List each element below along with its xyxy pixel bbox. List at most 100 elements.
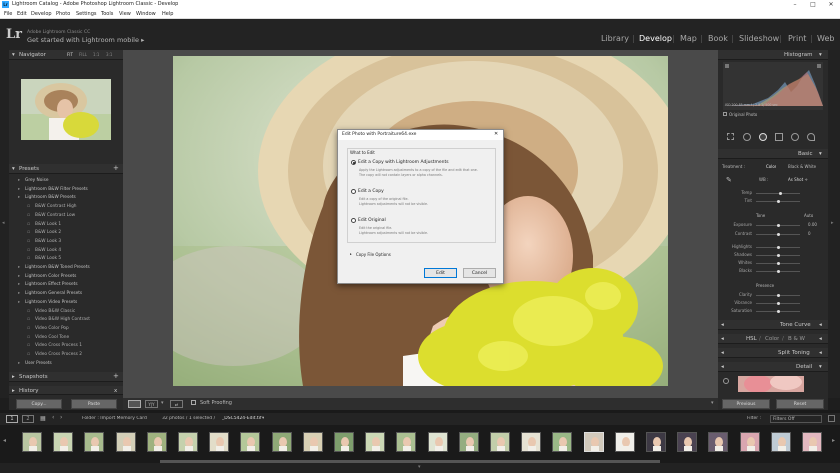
preset-item[interactable]: B&W Look 1 bbox=[35, 222, 61, 227]
loupe-view-icon[interactable] bbox=[128, 400, 141, 408]
filter-select[interactable]: Filters Off bbox=[770, 415, 822, 423]
filmstrip-thumbnail[interactable] bbox=[708, 432, 729, 452]
temp-slider-handle[interactable] bbox=[778, 191, 782, 195]
detail-preview[interactable] bbox=[738, 376, 804, 392]
presets-header[interactable]: ▾ Presets + bbox=[9, 164, 123, 174]
preset-item[interactable]: Lightroom B&W Filter Presets bbox=[25, 187, 88, 192]
adjustment-brush-icon[interactable] bbox=[807, 133, 815, 141]
filmstrip-thumbnail[interactable] bbox=[490, 432, 510, 452]
zoom-3-1[interactable]: 3:1 bbox=[106, 52, 112, 57]
basic-header[interactable]: Basic ▾ bbox=[718, 149, 828, 159]
eyedropper-icon[interactable]: ✎ bbox=[726, 176, 732, 184]
filmstrip-scroll-right-icon[interactable]: ▸ bbox=[832, 437, 835, 444]
menu-settings[interactable]: Settings bbox=[76, 9, 97, 19]
hsl-header[interactable]: ◂ HSL / Color / B & W ◂ bbox=[718, 334, 828, 344]
filmstrip-thumbnail[interactable] bbox=[396, 432, 417, 452]
right-panel-edge[interactable]: ▸ bbox=[828, 50, 840, 398]
highlights-slider-handle[interactable] bbox=[776, 245, 780, 249]
saturation-slider-handle[interactable] bbox=[776, 309, 780, 313]
menu-edit[interactable]: Edit bbox=[17, 9, 27, 19]
preset-item[interactable]: Lightroom Color Presets bbox=[25, 274, 76, 279]
copy-settings-icon[interactable]: ⇄ bbox=[170, 400, 183, 408]
bw-tab[interactable]: B & W bbox=[788, 336, 805, 342]
snapshots-header[interactable]: ▸ Snapshots + bbox=[9, 372, 123, 382]
lightroom-mobile-link[interactable]: Get started with Lightroom mobile ▸ bbox=[27, 36, 144, 44]
preset-item[interactable]: Grey Noise bbox=[25, 178, 48, 183]
preset-item[interactable]: Video B&W High Contrast bbox=[35, 317, 90, 322]
filmstrip-thumbnail[interactable] bbox=[646, 432, 666, 452]
tint-slider-handle[interactable] bbox=[776, 199, 780, 203]
filmstrip-thumbnail[interactable] bbox=[583, 432, 604, 452]
preset-item[interactable]: User Presets bbox=[25, 361, 52, 366]
filmstrip-thumbnail[interactable] bbox=[521, 432, 542, 452]
option-edit-copy-adjustments[interactable]: Edit a Copy with Lightroom Adjustments bbox=[358, 160, 449, 165]
forward-arrow-icon[interactable]: › bbox=[60, 414, 62, 421]
color-tab[interactable]: Color bbox=[765, 336, 779, 342]
bottom-panel-edge[interactable]: ▾ bbox=[0, 463, 840, 473]
filmstrip-scroll-left-icon[interactable]: ◂ bbox=[3, 437, 6, 444]
reset-button[interactable]: Reset bbox=[776, 399, 824, 409]
filmstrip-thumbnail[interactable] bbox=[458, 432, 479, 452]
filmstrip-thumbnail[interactable] bbox=[552, 432, 573, 452]
menu-photo[interactable]: Photo bbox=[56, 9, 70, 19]
preset-item[interactable]: Lightroom General Presets bbox=[25, 291, 82, 296]
dialog-close-icon[interactable]: ✕ bbox=[494, 131, 498, 137]
radial-filter-icon[interactable] bbox=[791, 133, 799, 141]
module-develop[interactable]: Develop bbox=[639, 34, 672, 43]
main-window-button[interactable]: 1 bbox=[6, 415, 18, 423]
cancel-button[interactable]: Cancel bbox=[463, 268, 496, 278]
maximize-button[interactable]: □ bbox=[804, 0, 822, 9]
filmstrip-thumbnail[interactable] bbox=[271, 432, 292, 452]
filmstrip-thumbnail[interactable] bbox=[146, 432, 167, 452]
exposure-slider-handle[interactable] bbox=[776, 223, 780, 227]
preset-item[interactable]: Video Cross Process 2 bbox=[35, 352, 82, 357]
treatment-color[interactable]: Color bbox=[766, 164, 776, 169]
radio-edit-copy[interactable] bbox=[351, 189, 356, 194]
filmstrip-thumbnail[interactable] bbox=[115, 432, 136, 452]
menu-help[interactable]: Help bbox=[162, 9, 173, 19]
preset-item[interactable]: Video Color Pop bbox=[35, 326, 69, 331]
module-book[interactable]: Book bbox=[708, 34, 728, 43]
preset-item[interactable]: Video Cool Tone bbox=[35, 335, 69, 340]
filmstrip-thumbnail[interactable] bbox=[802, 432, 822, 452]
zoom-fill[interactable]: FILL bbox=[79, 52, 87, 57]
detail-header[interactable]: ◂ Detail ▾ bbox=[718, 362, 828, 372]
blacks-slider-handle[interactable] bbox=[776, 269, 780, 273]
preset-item[interactable]: B&W Contrast High bbox=[35, 204, 77, 209]
filmstrip-thumbnail[interactable] bbox=[334, 432, 354, 452]
menu-tools[interactable]: Tools bbox=[101, 9, 113, 19]
clear-history-icon[interactable]: x bbox=[114, 388, 117, 394]
copy-file-options[interactable]: Copy File Options bbox=[356, 252, 391, 257]
module-print[interactable]: Print bbox=[788, 34, 806, 43]
tone-auto-button[interactable]: Auto bbox=[804, 213, 813, 218]
histogram-header[interactable]: Histogram ▾ bbox=[718, 50, 828, 60]
radio-edit-original[interactable] bbox=[351, 218, 356, 223]
module-library[interactable]: Library bbox=[601, 34, 629, 43]
grid-icon[interactable]: ▦ bbox=[40, 415, 49, 423]
filmstrip-thumbnail[interactable] bbox=[427, 432, 448, 452]
split-toning-header[interactable]: ◂ Split Toning ◂ bbox=[718, 348, 828, 358]
menu-file[interactable]: File bbox=[4, 9, 12, 19]
hsl-tab[interactable]: HSL bbox=[746, 336, 757, 342]
before-after-icon[interactable]: Y|Y bbox=[145, 400, 158, 408]
filmstrip-dropdown-icon[interactable]: ▾ bbox=[262, 416, 264, 421]
module-slideshow[interactable]: Slideshow bbox=[739, 34, 779, 43]
add-preset-icon[interactable]: + bbox=[113, 164, 119, 172]
toolbar-menu-icon[interactable]: ▾ bbox=[711, 400, 714, 406]
preset-item[interactable]: Video B&W Classic bbox=[35, 309, 75, 314]
filmstrip-thumbnail[interactable] bbox=[677, 432, 698, 452]
filmstrip-thumbnail[interactable] bbox=[178, 432, 198, 452]
filter-lock-icon[interactable] bbox=[828, 415, 835, 422]
detail-zoom-icon[interactable] bbox=[723, 378, 729, 384]
second-window-button[interactable]: 2 bbox=[22, 415, 34, 423]
contrast-slider-handle[interactable] bbox=[776, 232, 780, 236]
zoom-1-1[interactable]: 1:1 bbox=[93, 52, 99, 57]
preset-item[interactable]: B&W Look 4 bbox=[35, 248, 61, 253]
red-eye-icon[interactable] bbox=[759, 133, 767, 141]
filmstrip-thumbnail[interactable] bbox=[240, 432, 261, 452]
preset-item[interactable]: Lightroom Video Presets bbox=[25, 300, 77, 305]
before-after-dropdown-icon[interactable]: ▾ bbox=[161, 400, 168, 408]
filmstrip-thumbnail[interactable] bbox=[84, 432, 105, 452]
exposure-value[interactable]: 0.00 bbox=[808, 222, 817, 227]
close-window-button[interactable]: ✕ bbox=[822, 0, 840, 9]
